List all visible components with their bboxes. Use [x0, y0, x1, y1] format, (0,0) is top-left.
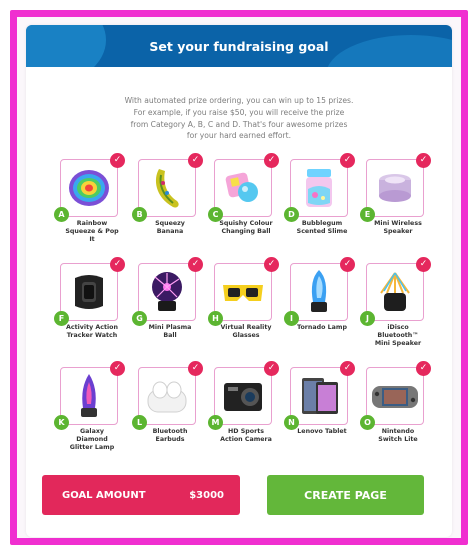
prize-name: Tornado Lamp [297, 324, 347, 331]
prize-name: Rainbow Squeeze & Pop It [65, 220, 119, 243]
intro-line: for your hard earned effort. [186, 131, 292, 141]
prize-image [60, 367, 118, 425]
prize-item[interactable]: ✓ E Mini Wireless Speaker [360, 153, 436, 261]
prize-image [214, 367, 272, 425]
page-frame: Set your fundraising goal With automated… [10, 10, 468, 545]
prize-item[interactable]: ✓ I Tornado Lamp [284, 257, 360, 365]
prize-item[interactable]: ✓ G Mini Plasma Ball [132, 257, 208, 365]
prize-name: Mini Plasma Ball [148, 324, 192, 339]
prize-image [366, 367, 424, 425]
prize-name: Lenovo Tablet [297, 428, 347, 435]
glitter-lamp-icon [74, 372, 104, 420]
checkmark-icon[interactable]: ✓ [340, 153, 355, 168]
earbuds-icon [144, 376, 190, 416]
checkmark-icon[interactable]: ✓ [416, 361, 431, 376]
prize-name: Mini Wireless Speaker [374, 220, 422, 235]
intro-text: With automated prize ordering, you can w… [106, 95, 372, 142]
prize-image [366, 263, 424, 321]
goal-amount-label: GOAL AMOUNT [62, 489, 146, 501]
checkmark-icon[interactable]: ✓ [110, 153, 125, 168]
checkmark-icon[interactable]: ✓ [110, 257, 125, 272]
prize-name: HD Sports Action Camera [220, 428, 272, 443]
prize-image [138, 367, 196, 425]
checkmark-icon[interactable]: ✓ [340, 361, 355, 376]
goal-amount-button[interactable]: GOAL AMOUNT $3000 [42, 475, 240, 515]
checkmark-icon[interactable]: ✓ [110, 361, 125, 376]
prize-image [60, 263, 118, 321]
prize-item[interactable]: ✓ D Bubblegum Scented Slime [284, 153, 360, 261]
checkmark-icon[interactable]: ✓ [264, 361, 279, 376]
prize-image [214, 263, 272, 321]
prize-image [290, 367, 348, 425]
prize-name: iDisco Bluetooth™ Mini Speaker [374, 324, 422, 347]
tablet-icon [296, 374, 342, 418]
camera-icon [220, 377, 266, 415]
checkmark-icon[interactable]: ✓ [416, 153, 431, 168]
banana-icon [147, 165, 187, 211]
pop-it-icon [67, 168, 111, 208]
watch-icon [67, 270, 111, 314]
page-title: Set your fundraising goal [149, 38, 329, 54]
prize-image [214, 159, 272, 217]
disco-speaker-icon [375, 269, 415, 315]
prize-image [290, 263, 348, 321]
checkmark-icon[interactable]: ✓ [188, 361, 203, 376]
prize-name: Galaxy Diamond Glitter Lamp [69, 428, 115, 451]
prize-image [290, 159, 348, 217]
checkmark-icon[interactable]: ✓ [264, 257, 279, 272]
intro-line: from Category A, B, C and D. That's four… [130, 119, 348, 129]
prize-name: Virtual Reality Glasses [220, 324, 272, 339]
create-page-button[interactable]: CREATE PAGE [267, 475, 424, 515]
prize-item[interactable]: ✓ L Bluetooth Earbuds [132, 361, 208, 469]
goal-amount-value: $3000 [189, 489, 224, 501]
intro-line: For example, if you raise $50, you will … [133, 107, 345, 117]
prize-item[interactable]: ✓ F Activity Action Tracker Watch [54, 257, 130, 365]
checkmark-icon[interactable]: ✓ [188, 153, 203, 168]
prize-image [60, 159, 118, 217]
vr-glasses-icon [219, 275, 267, 309]
prize-name: Squeezy Banana [155, 220, 185, 235]
prize-image [138, 263, 196, 321]
header-banner: Set your fundraising goal [26, 25, 452, 67]
checkmark-icon[interactable]: ✓ [188, 257, 203, 272]
switch-icon [370, 380, 420, 412]
tornado-lamp-icon [303, 268, 335, 316]
prize-item[interactable]: ✓ C Squishy Colour Changing Ball [208, 153, 284, 261]
prize-name: Squishy Colour Changing Ball [219, 220, 273, 235]
prize-name: Activity Action Tracker Watch [66, 324, 118, 339]
checkmark-icon[interactable]: ✓ [416, 257, 431, 272]
prize-item[interactable]: ✓ A Rainbow Squeeze & Pop It [54, 153, 130, 261]
prize-item[interactable]: ✓ B Squeezy Banana [132, 153, 208, 261]
prize-name: Bubblegum Scented Slime [296, 220, 348, 235]
checkmark-icon[interactable]: ✓ [264, 153, 279, 168]
prize-item[interactable]: ✓ K Galaxy Diamond Glitter Lamp [54, 361, 130, 469]
prize-item[interactable]: ✓ N Lenovo Tablet [284, 361, 360, 469]
prize-item[interactable]: ✓ O Nintendo Switch Lite [360, 361, 436, 469]
slime-jar-icon [299, 165, 339, 211]
prize-item[interactable]: ✓ M HD Sports Action Camera [208, 361, 284, 469]
prize-name: Bluetooth Earbuds [152, 428, 188, 443]
ball-icon [221, 168, 265, 208]
prize-name: Nintendo Switch Lite [378, 428, 418, 443]
plasma-ball-icon [147, 269, 187, 315]
prize-grid: ✓ A Rainbow Squeeze & Pop It ✓ B Squeezy Bana… [54, 153, 438, 469]
prize-image [138, 159, 196, 217]
speaker-icon [373, 168, 417, 208]
prize-image [366, 159, 424, 217]
prize-item[interactable]: ✓ JiDisco Bluetooth™ Mini Speaker [360, 257, 436, 365]
goal-card: Set your fundraising goal With automated… [26, 25, 452, 537]
checkmark-icon[interactable]: ✓ [340, 257, 355, 272]
prize-item[interactable]: ✓ H Virtual Reality Glasses [208, 257, 284, 365]
intro-line: With automated prize ordering, you can w… [124, 96, 354, 105]
